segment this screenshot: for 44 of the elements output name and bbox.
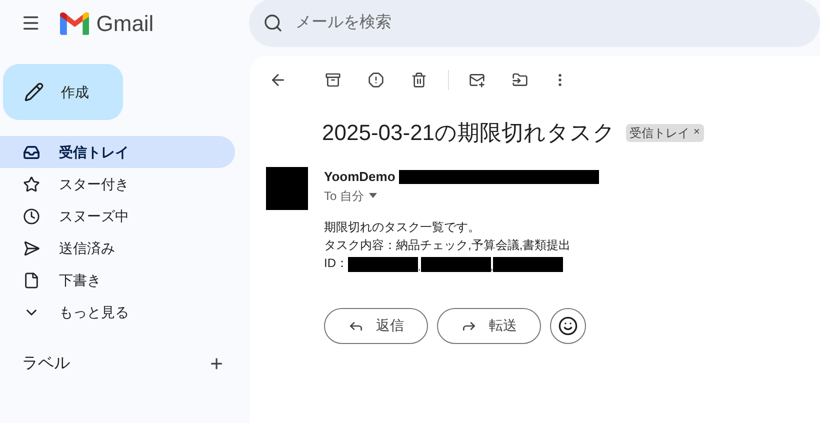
search-icon[interactable] xyxy=(262,13,283,33)
label-tag: 受信トレイ × xyxy=(626,124,704,142)
redaction-bar xyxy=(493,256,564,272)
reply-button[interactable]: 返信 xyxy=(324,308,428,344)
sidebar-item[interactable]: 送信済み xyxy=(0,232,235,264)
archive-icon[interactable] xyxy=(325,72,341,88)
file-icon xyxy=(23,272,40,288)
clock-icon xyxy=(23,208,40,224)
search-bar[interactable]: メールを検索 xyxy=(248,0,820,47)
smiley-icon xyxy=(558,316,578,336)
add-label-button[interactable]: + xyxy=(206,353,227,375)
back-icon[interactable] xyxy=(269,71,287,89)
search-input[interactable]: メールを検索 xyxy=(296,11,820,35)
compose-button[interactable]: 作成 xyxy=(3,64,123,120)
mail-icon[interactable] xyxy=(469,72,485,88)
folder-icon[interactable] xyxy=(512,72,528,88)
trash-icon[interactable] xyxy=(411,72,427,88)
redaction-bar xyxy=(420,256,491,272)
sender-name: YoomDemo xyxy=(324,168,396,186)
app-name: Gmail xyxy=(96,10,154,38)
id-label: ID： xyxy=(324,254,348,272)
emoji-button[interactable] xyxy=(550,308,586,344)
comma: , xyxy=(490,262,494,272)
sidebar-item[interactable]: 下書き xyxy=(0,264,235,296)
star-icon xyxy=(23,176,40,192)
sidebar-item[interactable]: 受信トレイ xyxy=(0,136,235,168)
avatar xyxy=(266,167,308,210)
labels-heading: ラベル xyxy=(22,354,70,374)
comma: , xyxy=(418,262,421,272)
email-subject: 2025-03-21の期限切れタスク xyxy=(322,119,616,147)
sidebar-item[interactable]: もっと見る xyxy=(0,296,235,328)
pencil-icon xyxy=(24,82,44,102)
body-text: タスク内容：納品チェック,予算会議,書類提出 xyxy=(324,236,572,254)
alert-icon[interactable] xyxy=(368,72,384,88)
envelope-logo-icon xyxy=(60,12,90,34)
forward-button[interactable]: 転送 xyxy=(437,308,541,344)
sidebar-item[interactable]: スター付き xyxy=(0,168,235,200)
send-icon xyxy=(23,240,40,256)
sidebar-item[interactable]: スヌーズ中 xyxy=(0,200,235,232)
redaction-bar xyxy=(348,256,418,272)
body-text: 期限切れのタスク一覧です。 xyxy=(324,218,481,236)
dropdown-caret-icon[interactable] xyxy=(369,193,378,198)
recipient-label: To 自分 xyxy=(324,188,364,204)
inbox-icon xyxy=(23,144,40,160)
